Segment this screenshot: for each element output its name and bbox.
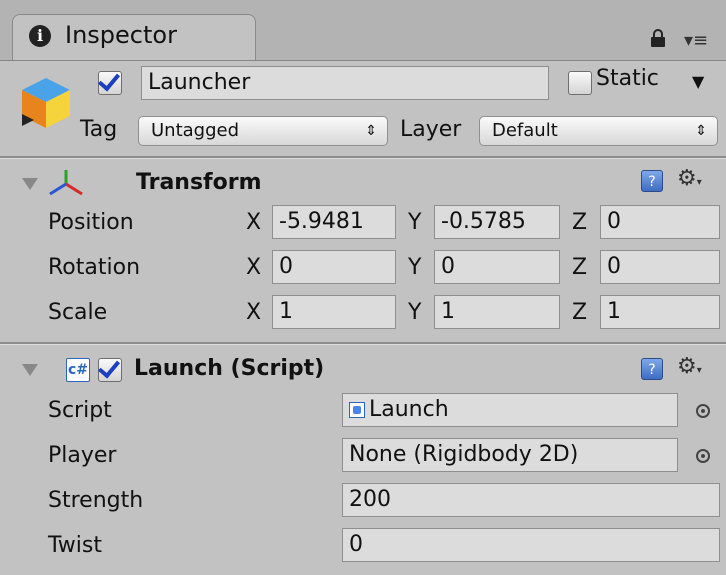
scale-y-field[interactable]: 1: [434, 295, 560, 329]
axis-y-label[interactable]: Y: [408, 210, 421, 235]
gear-icon[interactable]: ⚙▾: [677, 166, 702, 191]
object-picker-icon[interactable]: [696, 404, 710, 418]
field-label: Script: [48, 398, 112, 423]
field-label: Strength: [48, 488, 144, 513]
axis-y-label[interactable]: Y: [408, 300, 421, 325]
divider: [0, 342, 726, 345]
layer-label: Layer: [400, 117, 462, 142]
info-icon: i: [29, 25, 51, 47]
csharp-script-icon: c#: [66, 358, 90, 382]
strength-field[interactable]: 200: [342, 483, 720, 517]
twist-field[interactable]: 0: [342, 528, 720, 562]
axis-x-label[interactable]: X: [246, 210, 261, 235]
field-label: Player: [48, 443, 117, 468]
static-label: Static: [596, 66, 659, 91]
rotation-y-field[interactable]: 0: [434, 250, 560, 284]
script-foldout-icon[interactable]: [22, 364, 38, 376]
script-component-title[interactable]: Launch (Script): [134, 356, 324, 381]
layer-dropdown[interactable]: Default ⇕: [479, 116, 718, 146]
row-label: Position: [48, 210, 134, 235]
help-icon[interactable]: ?: [641, 358, 663, 380]
axis-z-label[interactable]: Z: [572, 255, 587, 280]
object-picker-icon[interactable]: [696, 449, 710, 463]
scale-z-field[interactable]: 1: [600, 295, 720, 329]
row-label: Scale: [48, 300, 108, 325]
tab-bar: i Inspector ▾≡: [0, 0, 726, 61]
tab-inspector[interactable]: i Inspector: [12, 14, 256, 60]
scale-x-field[interactable]: 1: [272, 295, 396, 329]
axis-y-label[interactable]: Y: [408, 255, 421, 280]
divider: [0, 156, 726, 159]
player-reference-field[interactable]: None (Rigidbody 2D): [342, 438, 678, 472]
rotation-z-field[interactable]: 0: [600, 250, 720, 284]
tab-label: Inspector: [65, 21, 177, 49]
context-menu-icon[interactable]: ▾≡: [684, 30, 708, 51]
tag-value: Untagged: [151, 120, 240, 141]
layer-value: Default: [492, 120, 558, 141]
popup-arrow-icon: ⇕: [365, 123, 377, 139]
tag-label: Tag: [80, 117, 118, 142]
position-y-field[interactable]: -0.5785: [434, 205, 560, 239]
object-name-field[interactable]: Launcher: [141, 66, 549, 100]
popup-arrow-icon: ⇕: [695, 123, 707, 139]
static-checkbox[interactable]: [568, 71, 592, 95]
script-enabled-checkbox[interactable]: [98, 358, 122, 382]
gear-icon[interactable]: ⚙▾: [677, 354, 702, 379]
transform-foldout-icon[interactable]: [22, 178, 38, 190]
axis-z-label[interactable]: Z: [572, 210, 587, 235]
row-label: Rotation: [48, 255, 141, 280]
tag-dropdown[interactable]: Untagged ⇕: [138, 116, 388, 146]
script-file-icon: [349, 402, 365, 418]
transform-axes-icon: [49, 170, 83, 196]
inspector-window: i Inspector ▾≡ Launcher Static ▼ Tag Unt…: [0, 0, 726, 575]
script-reference-field[interactable]: Launch: [342, 393, 678, 427]
active-checkbox[interactable]: [98, 71, 122, 95]
gameobject-cube-icon: [22, 78, 70, 128]
transform-title[interactable]: Transform: [136, 170, 262, 195]
position-z-field[interactable]: 0: [600, 205, 720, 239]
static-dropdown-icon[interactable]: ▼: [692, 72, 704, 91]
axis-z-label[interactable]: Z: [572, 300, 587, 325]
rotation-x-field[interactable]: 0: [272, 250, 396, 284]
axis-x-label[interactable]: X: [246, 300, 261, 325]
help-icon[interactable]: ?: [641, 170, 663, 192]
axis-x-label[interactable]: X: [246, 255, 261, 280]
position-x-field[interactable]: -5.9481: [272, 205, 396, 239]
lock-icon[interactable]: [650, 28, 666, 48]
field-label: Twist: [48, 533, 102, 558]
